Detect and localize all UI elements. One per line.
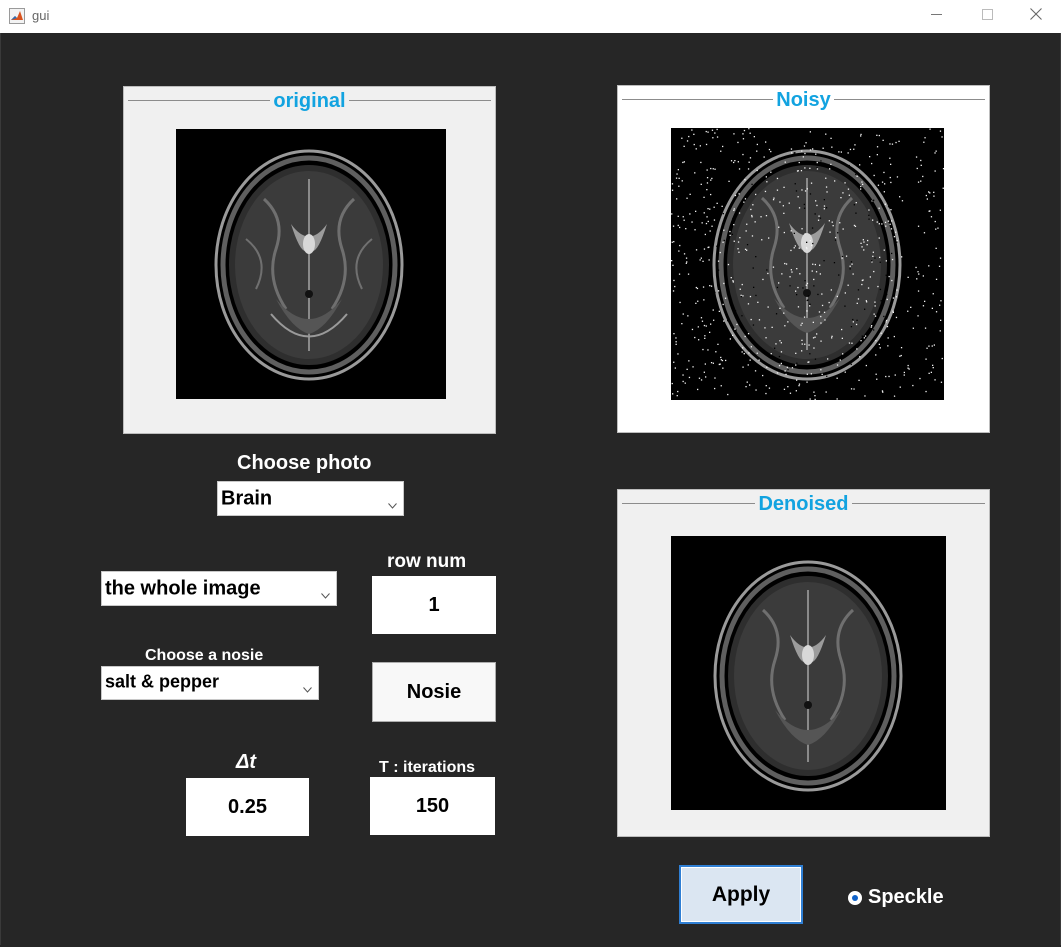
noise-dropdown-value: salt & pepper (105, 671, 220, 692)
photo-dropdown-value: Brain (221, 487, 273, 509)
iterations-input[interactable]: 150 (370, 777, 495, 835)
speckle-radio-button[interactable]: Speckle (848, 886, 944, 909)
panel-title-noisy: Noisy (773, 89, 834, 111)
speckle-label: Speckle (868, 886, 944, 908)
close-icon (1030, 7, 1042, 25)
original-brain-image (176, 129, 446, 399)
choose-photo-label: Choose photo (237, 452, 372, 474)
iterations-label: T : iterations (379, 759, 476, 776)
noise-type-dropdown[interactable]: salt & pepper (101, 666, 319, 700)
panel-title-denoised: Denoised (755, 493, 852, 515)
original-image-panel: original (123, 86, 496, 434)
delta-t-input[interactable]: 0.25 (186, 778, 309, 836)
radio-selected-icon[interactable] (848, 890, 862, 905)
delta-t-label: Δt (236, 751, 257, 773)
noisy-image-panel: Noisy (617, 85, 990, 433)
row-num-label: row num (387, 551, 467, 572)
photo-dropdown[interactable]: Brain (217, 481, 404, 516)
minimize-icon (930, 7, 942, 25)
close-button[interactable] (1013, 4, 1059, 28)
denoised-image-panel: Denoised (617, 489, 990, 837)
minimize-button[interactable] (913, 4, 959, 28)
add-noise-button[interactable]: Nosie (372, 662, 496, 722)
chevron-down-icon (303, 680, 312, 693)
denoised-brain-image (671, 536, 946, 810)
noisy-brain-image (671, 128, 944, 400)
apply-button[interactable]: Apply (679, 865, 803, 924)
chevron-down-icon (388, 496, 397, 509)
maximize-button[interactable] (964, 4, 1010, 28)
title-bar: gui (0, 0, 1061, 33)
region-dropdown[interactable]: the whole image (101, 571, 337, 606)
window-title: gui (32, 8, 50, 23)
matlab-icon (9, 8, 25, 24)
region-dropdown-value: the whole image (105, 577, 261, 599)
maximize-icon (981, 7, 993, 25)
panel-title-original: original (270, 90, 349, 112)
choose-noise-label: Choose a nosie (145, 647, 264, 664)
chevron-down-icon (321, 586, 330, 599)
row-num-input[interactable]: 1 (372, 576, 496, 634)
